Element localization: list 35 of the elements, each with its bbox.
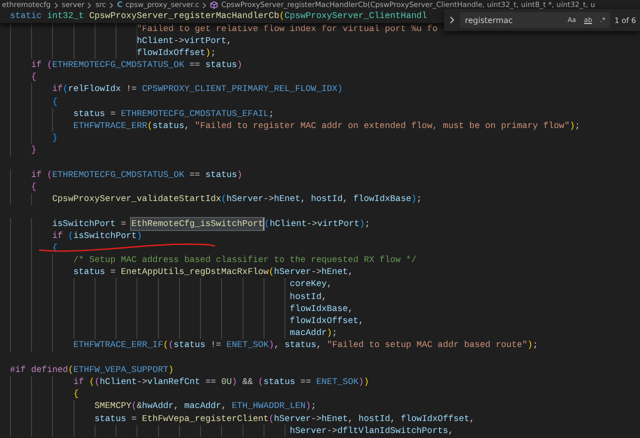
code-line: status = ETHREMOTECFG_CMDSTATUS_EFAIL; [10, 108, 640, 120]
code-line: flowIdxOffset, [10, 315, 640, 328]
code-line: hServer->dfltVlanIdSwitchPorts, [10, 424, 640, 437]
code-line: { [10, 180, 640, 194]
code-line: macAddr); [10, 327, 640, 340]
code-line: /* Setup MAC address based classifier to the requested RX flow */ [10, 254, 640, 266]
code-line: status = EnetAppUtils_regDstMacRxFlow(hServer->hEnet, [10, 266, 640, 278]
code-line: if (ETHREMOTECFG_CMDSTATUS_OK == status) [10, 168, 640, 181]
chevron-icon [54, 2, 59, 8]
code-line: coreKey, [10, 278, 640, 291]
cube-icon [210, 1, 218, 9]
code-line: flowIdxOffset); [10, 46, 640, 60]
code-line: CpswProxyServer_validateStartIdx(hServer->hEnet, hostId, flowIdxBase); [10, 193, 640, 206]
code-line: } [10, 132, 640, 144]
code-line: { [10, 96, 640, 108]
code-line: SMEMCPY(&hwAddr, macAddr, ETH_HWADDR_LEN); [10, 400, 640, 412]
chevron-icon [202, 2, 208, 8]
code-line: status = EthFwVepa_registerClient(hServer->hEnet, hostId, flowIdxOffset, [10, 412, 640, 425]
code-line: ETHFWTRACE_ERR(status, "Failed to register MAC addr on extended flow, must be on primary flow"); [10, 120, 640, 132]
code-line: flowIdxBase, [10, 302, 640, 315]
code-line: ETHFWTRACE_ERR_IF((status != ENET_SOK), status, "Failed to setup MAC addr based route"); [10, 339, 640, 352]
code-line: { [10, 388, 640, 400]
code-line: if(relFlowIdx != CPSWPROXY_CLIENT_PRIMARY_REL_FLOW_IDX) [10, 83, 640, 96]
code-line: #if defined(ETHFW_VEPA_SUPPORT) [10, 364, 175, 376]
chevron-icon[interactable] [448, 15, 456, 25]
code-line: isSwitchPort = EthRemoteCfg_isSwitchPort(hClient->virtPort); [10, 218, 640, 230]
code-line: if ((hClient->vlanRefCnt == 0U) && (status == ENET_SOK)) [10, 376, 640, 388]
code-line: if (ETHREMOTECFG_CMDSTATUS_OK == status) [10, 59, 640, 72]
code-line: if (isSwitchPort) [10, 230, 640, 242]
chevron-icon [87, 2, 92, 8]
code-line: { [10, 71, 640, 84]
code-line: hostId, [10, 290, 640, 303]
code-line: } [10, 144, 640, 157]
chevron-icon [108, 2, 114, 8]
code-line: hClient->virtPort, [10, 34, 640, 47]
